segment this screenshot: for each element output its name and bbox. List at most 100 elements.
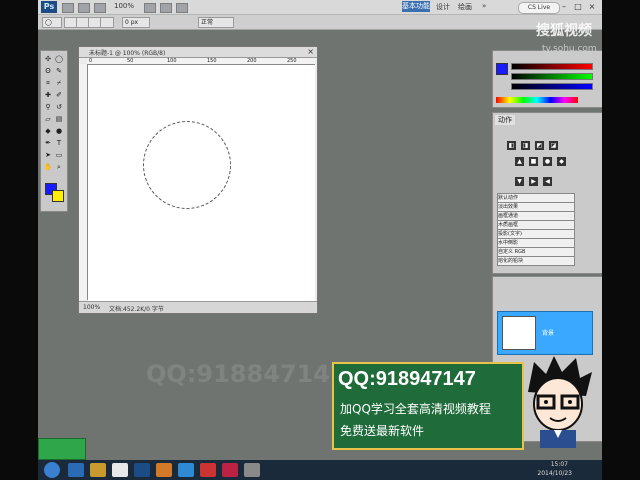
panel-button[interactable]: ◪ (549, 141, 558, 150)
rotate-view-icon[interactable] (160, 3, 172, 13)
options-bar: ◯ 0 px 正常 (38, 15, 602, 30)
color-spectrum-bar[interactable] (496, 97, 578, 103)
cs-live-button[interactable]: CS Live (518, 2, 560, 14)
hand-tool-icon[interactable] (144, 3, 156, 13)
taskbar-date: 2014/10/23 (537, 470, 572, 477)
taskbar-app-icon[interactable] (222, 463, 238, 477)
promo-line-2: 免费送最新软件 (340, 424, 425, 438)
sohu-watermark-url: tv.sohu.com (542, 44, 597, 54)
lasso-tool-icon[interactable]: ʘ (43, 67, 53, 76)
taskbar-app-icon[interactable] (134, 463, 150, 477)
workspace-painting[interactable]: 绘画 (458, 2, 472, 12)
feather-input[interactable]: 0 px (122, 17, 150, 28)
panel-button[interactable]: ◨ (521, 141, 530, 150)
taskbar-app-icon[interactable] (112, 463, 128, 477)
panel-button[interactable]: ▲ (515, 157, 524, 166)
bridge-icon[interactable] (62, 3, 74, 13)
history-brush-tool-icon[interactable]: ↺ (54, 103, 64, 112)
ruler-label: 150 (207, 58, 217, 64)
workspace-design[interactable]: 设计 (436, 2, 450, 12)
promo-banner: QQ:918947147 加QQ学习全套高清视频教程 免费送最新软件 (332, 362, 524, 450)
eraser-tool-icon[interactable]: ▱ (43, 115, 53, 124)
ruler-label: 100 (167, 58, 177, 64)
color-panel-foreground-swatch[interactable] (496, 63, 508, 75)
zoom-dropdown[interactable]: 100% (114, 2, 134, 10)
blur-tool-icon[interactable]: ◆ (43, 127, 53, 136)
start-button[interactable] (44, 462, 60, 478)
shape-tool-icon[interactable]: ▭ (54, 151, 64, 160)
zoom-tool-icon[interactable]: ⌕ (54, 163, 64, 172)
taskbar-app-icon[interactable] (244, 463, 260, 477)
ruler-label: 200 (247, 58, 257, 64)
taskbar-time: 15:07 (550, 461, 568, 468)
workspace-more[interactable]: » (482, 2, 486, 10)
document-close-icon[interactable]: × (307, 47, 314, 56)
taskbar-app-icon[interactable] (156, 463, 172, 477)
panel-button[interactable]: ◀ (543, 177, 552, 186)
maximize-icon[interactable]: □ (572, 1, 584, 12)
panel-button[interactable]: ◆ (557, 157, 566, 166)
path-select-tool-icon[interactable]: ➤ (43, 151, 53, 160)
video-frame: Ps 100% 基本功能 设计 绘画 » CS Live – □ × ◯ 0 p… (0, 0, 640, 480)
photoshop-logo: Ps (41, 1, 57, 13)
taskbar-app-icon[interactable] (178, 463, 194, 477)
taskbar-app-icon[interactable] (68, 463, 84, 477)
healing-tool-icon[interactable]: ✚ (43, 91, 53, 100)
actions-tab[interactable]: 动作 (495, 115, 515, 125)
arrange-documents-icon[interactable] (176, 3, 188, 13)
menu-bar: Ps 100% 基本功能 设计 绘画 » CS Live – □ × (38, 0, 602, 15)
pen-tool-icon[interactable]: ✒ (43, 139, 53, 148)
panel-button[interactable]: ● (543, 157, 552, 166)
status-zoom[interactable]: 100% (83, 304, 100, 311)
style-select[interactable]: 正常 (198, 17, 234, 28)
color-panel (492, 50, 602, 108)
brush-tool-icon[interactable]: ✐ (54, 91, 64, 100)
green-overlay-box (38, 438, 86, 460)
minimize-icon[interactable]: – (558, 1, 570, 12)
workspace-essentials-button[interactable]: 基本功能 (402, 1, 430, 12)
ruler-label: 250 (287, 58, 297, 64)
taskbar-app-icon[interactable] (90, 463, 106, 477)
document-title: 未标题-1 @ 100% (RGB/8) (89, 50, 166, 57)
intersect-selection-icon[interactable] (100, 17, 114, 28)
status-doc-info: 文档:452.2K/0 字节 (109, 306, 164, 313)
panel-button[interactable]: ◩ (535, 141, 544, 150)
mini-bridge-icon[interactable] (78, 3, 90, 13)
eyedropper-tool-icon[interactable]: ⌿ (54, 79, 64, 88)
action-item[interactable]: 熔化的铅块 (497, 256, 575, 266)
vertical-ruler (79, 64, 88, 300)
panel-button[interactable]: ◧ (507, 141, 516, 150)
document-window: 未标题-1 @ 100% (RGB/8) × 0 50 100 150 200 … (78, 46, 318, 314)
ruler-label: 50 (127, 58, 134, 64)
crop-tool-icon[interactable]: ⌗ (43, 79, 53, 88)
close-icon[interactable]: × (586, 1, 598, 12)
faint-overlay-text: QQ:918847147 (146, 360, 347, 388)
panel-button[interactable]: ■ (529, 157, 538, 166)
panel-button[interactable]: ▶ (529, 177, 538, 186)
move-tool-icon[interactable]: ✣ (43, 55, 53, 64)
extras-icon[interactable] (94, 3, 106, 13)
promo-qq-number: QQ:918947147 (338, 368, 476, 390)
blue-slider[interactable] (511, 83, 593, 90)
layer-name: 背景 (542, 330, 555, 337)
layer-thumbnail (502, 316, 536, 350)
document-canvas[interactable] (88, 65, 315, 301)
hand-tool-icon[interactable]: ✋ (43, 163, 53, 172)
green-slider[interactable] (511, 73, 593, 80)
background-color-swatch[interactable] (52, 190, 64, 202)
gradient-tool-icon[interactable]: ▤ (54, 115, 64, 124)
document-tab[interactable]: 未标题-1 @ 100% (RGB/8) × (79, 47, 317, 58)
elliptical-selection (143, 121, 231, 209)
layer-row-background[interactable]: 背景 (497, 311, 593, 355)
quick-select-tool-icon[interactable]: ✎ (54, 67, 64, 76)
panel-button[interactable]: ▼ (515, 177, 524, 186)
dodge-tool-icon[interactable]: ● (54, 127, 64, 136)
clone-stamp-tool-icon[interactable]: ⚲ (43, 103, 53, 112)
type-tool-icon[interactable]: T (54, 139, 64, 148)
marquee-tool-icon[interactable]: ◯ (54, 55, 64, 64)
red-slider[interactable] (511, 63, 593, 70)
actions-panel: 动作 ◧ ◨ ◩ ◪ ▲ ■ ● ◆ ▼ ▶ ◀ 默认动作 淡出效果 画框通道 … (492, 112, 602, 274)
taskbar-app-icon[interactable] (200, 463, 216, 477)
tools-panel: ✣ ◯ ʘ ✎ ⌗ ⌿ ✚ ✐ ⚲ ↺ ▱ ▤ ◆ ● ✒ T ➤ ▭ ✋ ⌕ (40, 50, 68, 212)
tool-preset-picker[interactable]: ◯ (42, 17, 62, 28)
